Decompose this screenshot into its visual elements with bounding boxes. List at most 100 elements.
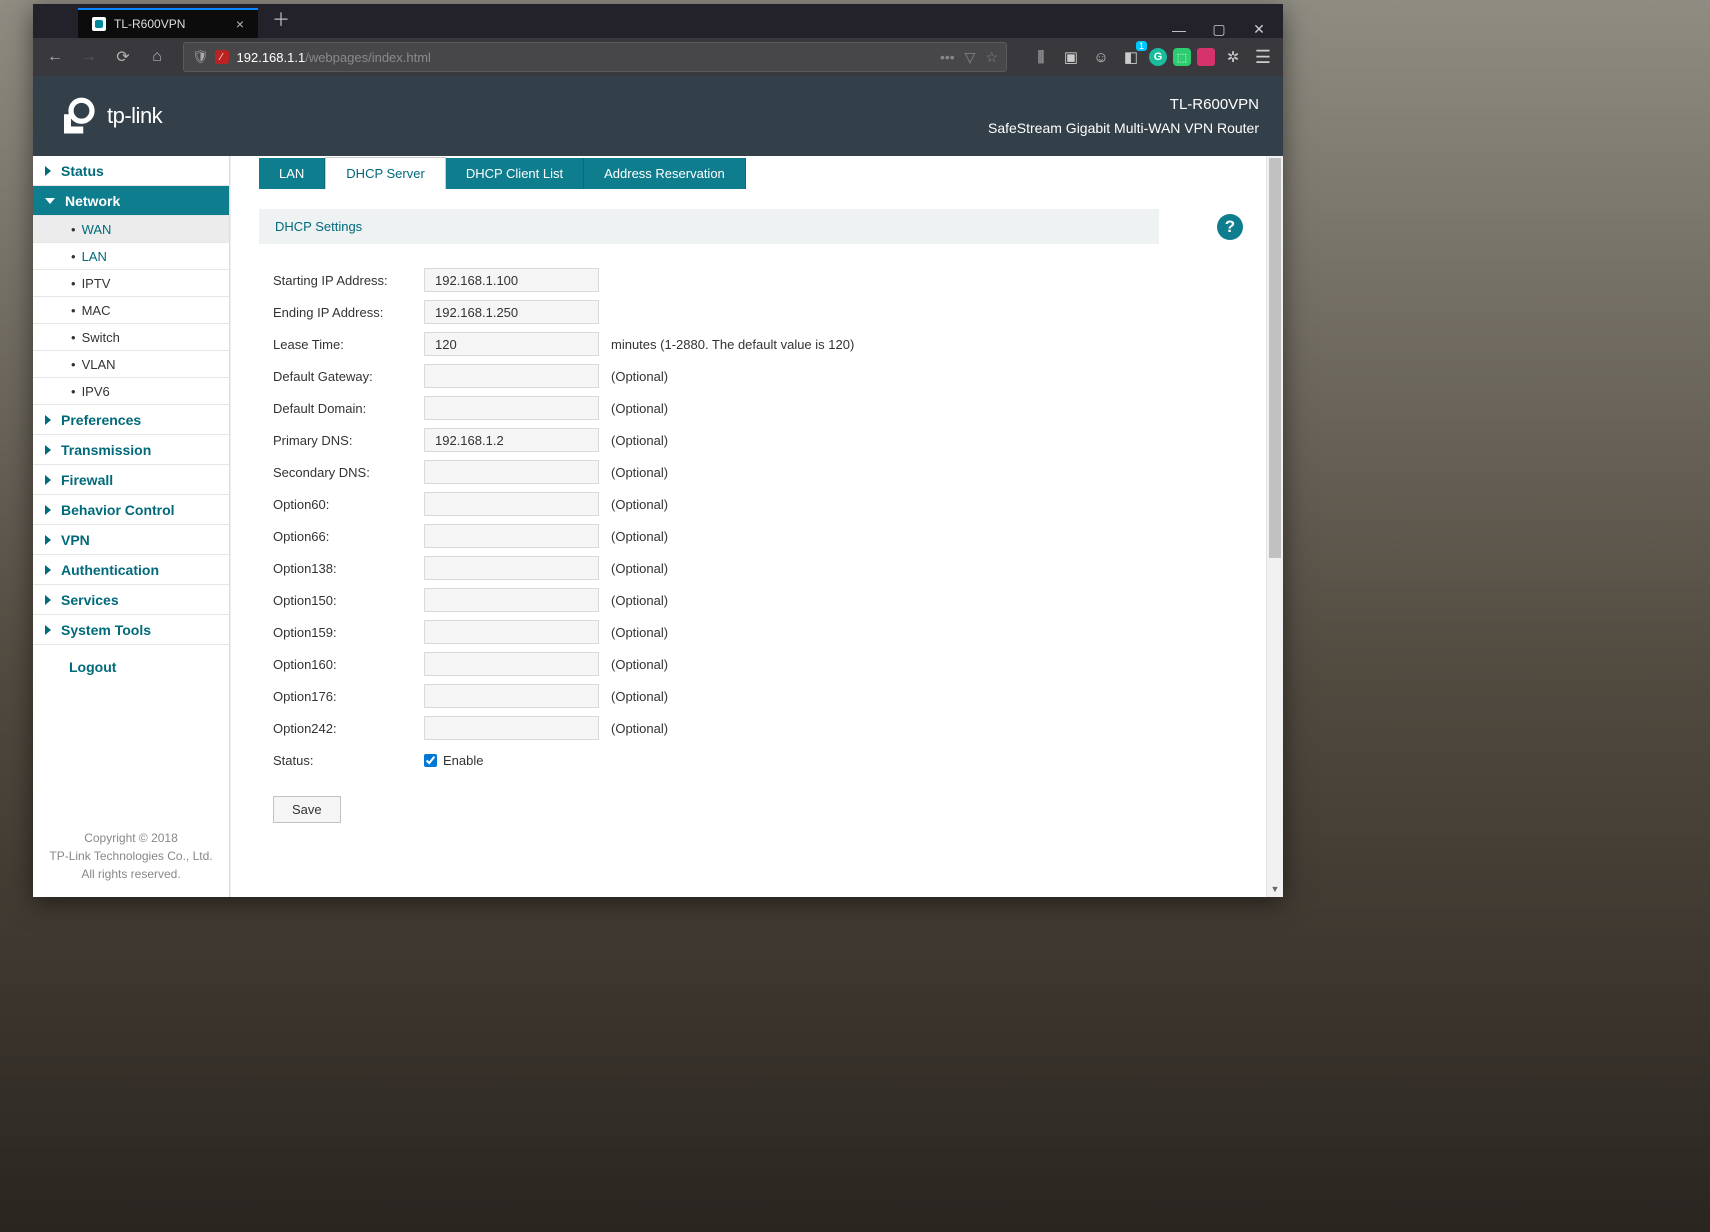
sidebar-subitem-wan[interactable]: WAN bbox=[33, 216, 229, 243]
save-button[interactable]: Save bbox=[273, 796, 341, 823]
body-row: Status Network WAN LAN IPTV MAC Switch V… bbox=[33, 156, 1283, 897]
chevron-right-icon bbox=[45, 475, 51, 485]
sidebar-item-vpn[interactable]: VPN bbox=[33, 525, 229, 555]
url-bar[interactable]: 🛡 ⁄ 192.168.1.1/webpages/index.html ••• … bbox=[183, 42, 1007, 72]
sidebar-item-system-tools[interactable]: System Tools bbox=[33, 615, 229, 645]
sidebar-item-label: System Tools bbox=[61, 622, 151, 638]
device-model: TL-R600VPN bbox=[988, 93, 1259, 117]
reload-button[interactable]: ⟳ bbox=[107, 41, 139, 73]
form-label: Option242: bbox=[259, 721, 424, 736]
form-hint: (Optional) bbox=[611, 721, 668, 736]
tracking-shield-icon[interactable]: 🛡 bbox=[192, 49, 209, 65]
sidebar-item-network[interactable]: Network bbox=[33, 186, 229, 216]
tab-address-reservation[interactable]: Address Reservation bbox=[584, 158, 746, 189]
sidebar-subitem-label: Switch bbox=[82, 330, 120, 345]
scroll-down-arrow-icon[interactable]: ▼ bbox=[1267, 880, 1283, 897]
extension-pink-icon[interactable] bbox=[1197, 48, 1215, 66]
page-actions-icon[interactable]: ••• bbox=[940, 49, 955, 66]
reader-icon[interactable]: ▽ bbox=[965, 49, 976, 66]
form-input[interactable] bbox=[424, 588, 599, 612]
tab-lan[interactable]: LAN bbox=[259, 158, 325, 189]
form-input[interactable] bbox=[424, 428, 599, 452]
sidebar-subitem-label: LAN bbox=[82, 249, 107, 264]
sidebar-item-authentication[interactable]: Authentication bbox=[33, 555, 229, 585]
bookmark-star-icon[interactable]: ☆ bbox=[985, 49, 998, 66]
form-input[interactable] bbox=[424, 684, 599, 708]
form-input[interactable] bbox=[424, 364, 599, 388]
form-input[interactable] bbox=[424, 268, 599, 292]
form-hint: (Optional) bbox=[611, 561, 668, 576]
vertical-scrollbar[interactable]: ▲ ▼ bbox=[1266, 156, 1283, 897]
form-input[interactable] bbox=[424, 332, 599, 356]
sidebar-item-label: Status bbox=[61, 163, 104, 179]
url-path: /webpages/index.html bbox=[305, 50, 431, 65]
extension-gear-icon[interactable]: ✲ bbox=[1221, 45, 1245, 69]
tab-dhcp-client-list[interactable]: DHCP Client List bbox=[446, 158, 584, 189]
window-maximize-button[interactable]: ▢ bbox=[1199, 21, 1239, 38]
form-input[interactable] bbox=[424, 620, 599, 644]
app-menu-button[interactable]: ☰ bbox=[1251, 45, 1275, 69]
sidebar-subitem-lan[interactable]: LAN bbox=[33, 243, 229, 270]
form-row: Option159:(Optional) bbox=[259, 616, 1255, 648]
sidebar-item-behavior-control[interactable]: Behavior Control bbox=[33, 495, 229, 525]
library-icon[interactable]: ⫼ bbox=[1029, 45, 1053, 69]
form-input[interactable] bbox=[424, 492, 599, 516]
browser-toolbar: ← → ⟳ ⌂ 🛡 ⁄ 192.168.1.1/webpages/index.h… bbox=[33, 38, 1283, 76]
tab-close-icon[interactable]: × bbox=[236, 17, 244, 31]
form-row: Primary DNS:(Optional) bbox=[259, 424, 1255, 456]
form-label: Secondary DNS: bbox=[259, 465, 424, 480]
tab-dhcp-server[interactable]: DHCP Server bbox=[325, 157, 446, 189]
form-row: Option60:(Optional) bbox=[259, 488, 1255, 520]
form-input[interactable] bbox=[424, 300, 599, 324]
chevron-right-icon bbox=[45, 445, 51, 455]
extension-green-circle-icon[interactable]: G bbox=[1149, 48, 1167, 66]
home-button[interactable]: ⌂ bbox=[141, 41, 173, 73]
form-input[interactable] bbox=[424, 716, 599, 740]
sidebar-icon[interactable]: ▣ bbox=[1059, 45, 1083, 69]
account-icon[interactable]: ☺ bbox=[1089, 45, 1113, 69]
form-input[interactable] bbox=[424, 652, 599, 676]
form-input[interactable] bbox=[424, 460, 599, 484]
scroll-thumb[interactable] bbox=[1269, 158, 1281, 558]
new-tab-button[interactable]: ＋ bbox=[272, 6, 290, 32]
status-enable-checkbox[interactable] bbox=[424, 754, 437, 767]
sidebar-item-services[interactable]: Services bbox=[33, 585, 229, 615]
form-input[interactable] bbox=[424, 524, 599, 548]
sidebar-item-status[interactable]: Status bbox=[33, 156, 229, 186]
form-hint: (Optional) bbox=[611, 529, 668, 544]
extension-green-square-icon[interactable]: ⬚ bbox=[1173, 48, 1191, 66]
sidebar-subitem-vlan[interactable]: VLAN bbox=[33, 351, 229, 378]
sidebar-item-preferences[interactable]: Preferences bbox=[33, 405, 229, 435]
form-label: Option60: bbox=[259, 497, 424, 512]
help-icon[interactable]: ? bbox=[1217, 214, 1243, 240]
status-row: Status: Enable bbox=[259, 744, 1255, 776]
browser-window: TL-R600VPN × ＋ — ▢ ✕ ← → ⟳ ⌂ 🛡 ⁄ 192.168… bbox=[33, 4, 1283, 897]
window-controls: — ▢ ✕ bbox=[1159, 21, 1283, 38]
extension-badge-icon[interactable]: ◧ bbox=[1119, 45, 1143, 69]
window-minimize-button[interactable]: — bbox=[1159, 22, 1199, 38]
form-hint: (Optional) bbox=[611, 465, 668, 480]
sidebar: Status Network WAN LAN IPTV MAC Switch V… bbox=[33, 156, 230, 897]
sidebar-item-transmission[interactable]: Transmission bbox=[33, 435, 229, 465]
form-input[interactable] bbox=[424, 556, 599, 580]
sidebar-subitem-label: WAN bbox=[82, 222, 112, 237]
form-label: Option159: bbox=[259, 625, 424, 640]
status-checkbox-wrap[interactable]: Enable bbox=[424, 753, 483, 768]
sidebar-subitem-mac[interactable]: MAC bbox=[33, 297, 229, 324]
sidebar-subitem-switch[interactable]: Switch bbox=[33, 324, 229, 351]
form-row: Option66:(Optional) bbox=[259, 520, 1255, 552]
form-label: Default Domain: bbox=[259, 401, 424, 416]
sidebar-subitem-ipv6[interactable]: IPV6 bbox=[33, 378, 229, 405]
form-input[interactable] bbox=[424, 396, 599, 420]
browser-tab[interactable]: TL-R600VPN × bbox=[78, 8, 258, 38]
logout-link[interactable]: Logout bbox=[33, 645, 229, 689]
form-label: Default Gateway: bbox=[259, 369, 424, 384]
window-close-button[interactable]: ✕ bbox=[1239, 21, 1279, 38]
form-label: Option138: bbox=[259, 561, 424, 576]
back-button[interactable]: ← bbox=[39, 41, 71, 73]
sidebar-subitem-iptv[interactable]: IPTV bbox=[33, 270, 229, 297]
sidebar-item-firewall[interactable]: Firewall bbox=[33, 465, 229, 495]
forward-button[interactable]: → bbox=[73, 41, 105, 73]
insecure-lock-icon[interactable]: ⁄ bbox=[215, 50, 229, 64]
sidebar-item-label: Transmission bbox=[61, 442, 151, 458]
